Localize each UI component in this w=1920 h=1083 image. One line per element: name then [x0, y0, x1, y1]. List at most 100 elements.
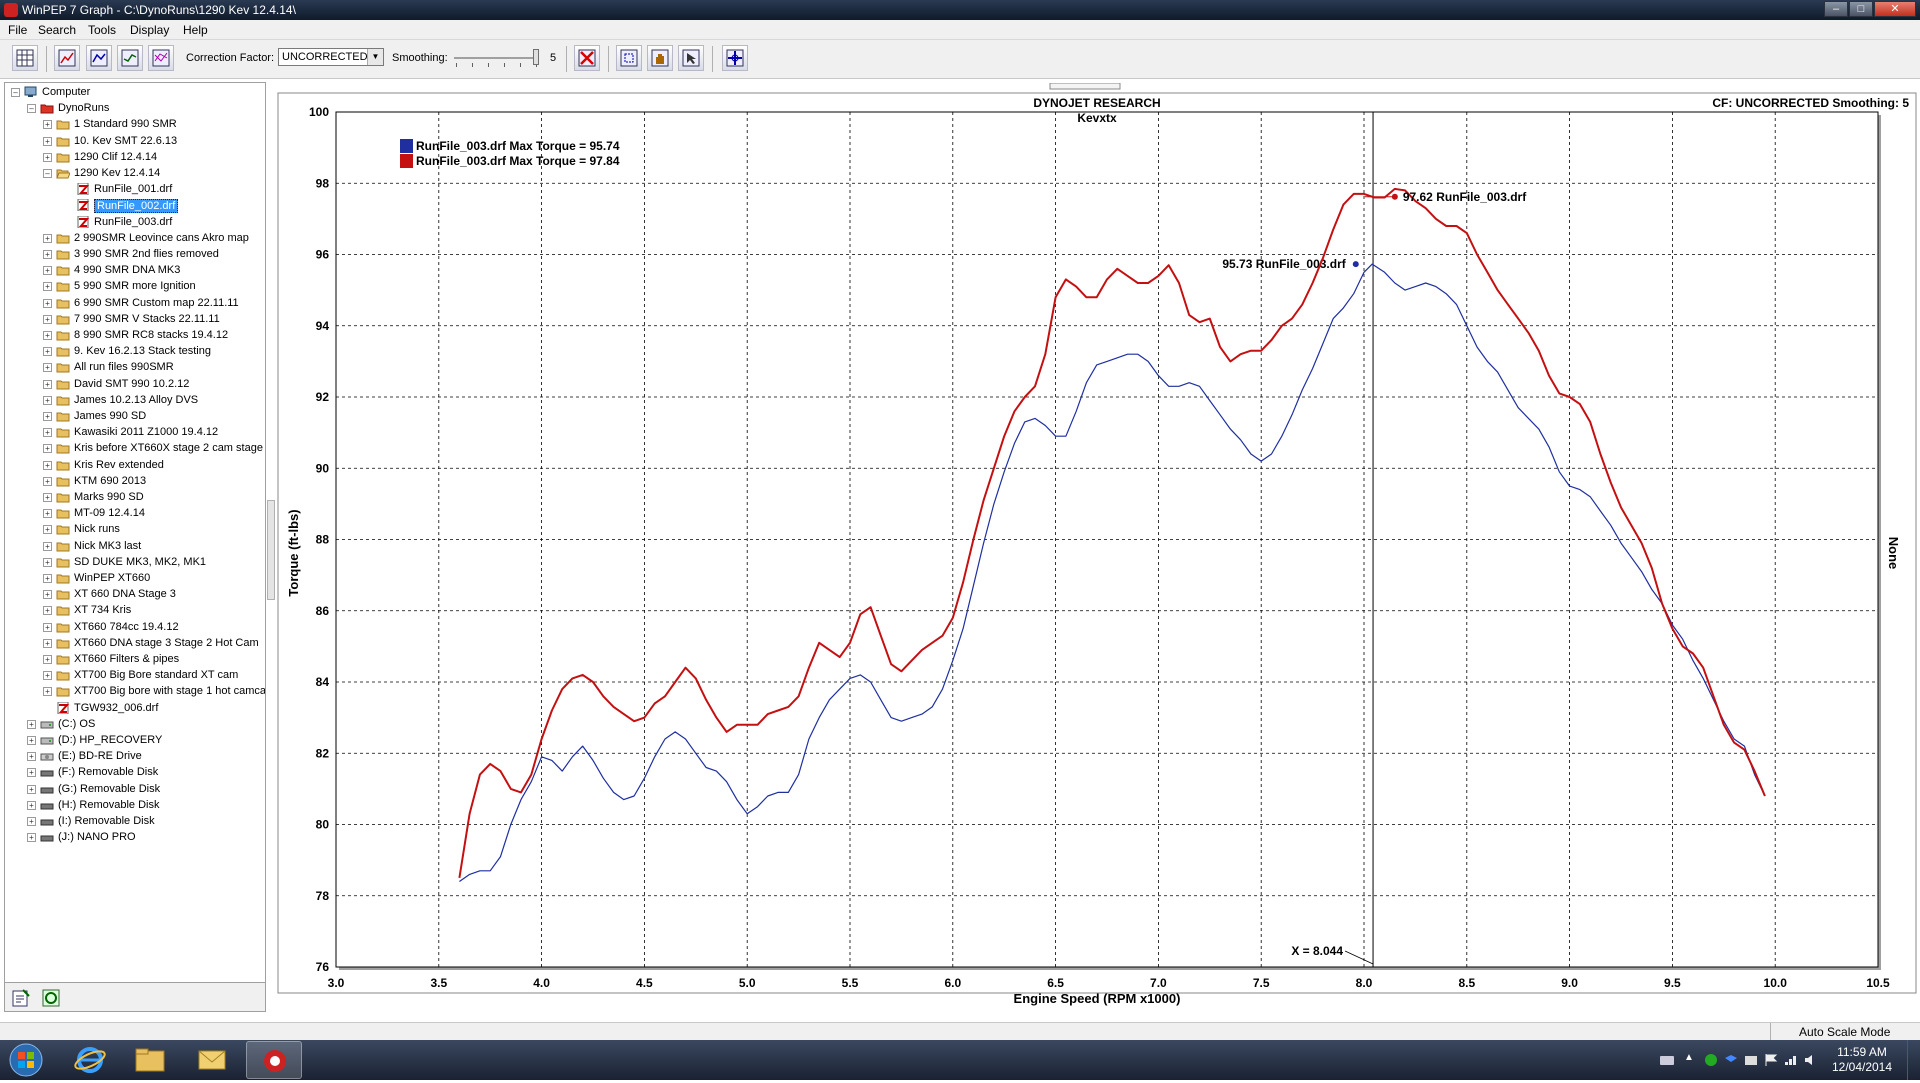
menu-search[interactable]: Search: [38, 23, 76, 37]
correction-factor-select[interactable]: UNCORRECTED ▼: [278, 48, 384, 66]
taskbar-internet-explorer[interactable]: [62, 1041, 118, 1079]
security-icon[interactable]: [1704, 1054, 1718, 1066]
graph-overlay-button[interactable]: [148, 45, 174, 71]
tree-expander-icon[interactable]: +: [43, 250, 52, 259]
tree-expander-icon[interactable]: –: [11, 88, 20, 97]
smoothing-label: Smoothing:: [392, 52, 448, 64]
tree-expander-icon[interactable]: +: [43, 460, 52, 470]
tree-item-label: Marks 990 SD: [74, 491, 144, 503]
zoom-button[interactable]: [616, 45, 642, 71]
tree-item-label: (C:) OS: [58, 717, 96, 730]
tree-item-label: (E:) BD-RE Drive: [58, 750, 142, 763]
show-desktop-button[interactable]: [1907, 1040, 1920, 1080]
keyboard-icon[interactable]: [1660, 1054, 1674, 1066]
menu-help[interactable]: Help: [183, 23, 208, 37]
menu-display[interactable]: Display: [130, 23, 169, 37]
tree-expander-icon[interactable]: +: [43, 120, 52, 130]
graph-afr-button[interactable]: [117, 45, 143, 71]
tree-expander-icon[interactable]: +: [43, 363, 52, 373]
pane-splitter[interactable]: [267, 500, 275, 600]
tree-item-label: (I:) Removable Disk: [58, 815, 155, 827]
tree-expander-icon[interactable]: +: [43, 525, 52, 535]
tree-expander-icon[interactable]: +: [27, 719, 36, 729]
action-center-flag-icon[interactable]: [1764, 1054, 1778, 1066]
tree-expander-icon[interactable]: +: [43, 347, 52, 357]
volume-icon[interactable]: [1804, 1054, 1818, 1066]
maximize-button[interactable]: □: [1849, 1, 1873, 17]
y-tick-label: 98: [316, 176, 330, 190]
tree-expander-icon[interactable]: +: [43, 671, 52, 681]
tree-expander-icon[interactable]: +: [43, 444, 52, 454]
tree-expander-icon[interactable]: +: [43, 493, 52, 502]
tree-expander-icon[interactable]: +: [43, 509, 52, 519]
close-button[interactable]: ✕: [1874, 1, 1916, 17]
tree-expander-icon[interactable]: +: [43, 314, 52, 324]
tree-expander-icon[interactable]: +: [43, 541, 52, 551]
folder-icon: [56, 282, 70, 292]
tree-expander-icon[interactable]: +: [43, 687, 52, 697]
taskbar-file-explorer[interactable]: [122, 1041, 178, 1079]
tree-expander-icon[interactable]: +: [43, 395, 52, 405]
taskbar-winpep[interactable]: [246, 1041, 302, 1079]
graph-torque-button[interactable]: [54, 45, 80, 71]
removable-disk-icon: [40, 835, 54, 842]
window-title: WinPEP 7 Graph - C:\DynoRuns\1290 Kev 12…: [22, 3, 296, 17]
tree-expander-icon[interactable]: +: [43, 282, 52, 292]
smoothing-slider[interactable]: [454, 48, 542, 68]
pan-button[interactable]: [647, 45, 673, 71]
tree-expander-icon[interactable]: +: [27, 752, 36, 762]
run-info-icon[interactable]: [41, 988, 61, 1008]
tree-item-label: (D:) HP_RECOVERY: [58, 734, 163, 746]
tree-expander-icon[interactable]: +: [43, 412, 52, 421]
tree-expander-icon[interactable]: +: [43, 655, 52, 664]
toolbar-separator: [566, 46, 567, 72]
clock-time: 11:59 AM: [1837, 1045, 1887, 1059]
x-tick-label: 5.5: [842, 976, 859, 990]
tree-expander-icon[interactable]: +: [43, 622, 52, 632]
tree-expander-icon[interactable]: +: [43, 331, 52, 340]
tree-expander-icon[interactable]: +: [43, 266, 52, 276]
tree-expander-icon[interactable]: +: [43, 379, 52, 389]
dropbox-icon[interactable]: [1724, 1054, 1738, 1066]
menu-tools[interactable]: Tools: [88, 23, 116, 37]
tree-expander-icon[interactable]: +: [27, 833, 36, 843]
tree-expander-icon[interactable]: +: [27, 784, 36, 794]
tree-expander-icon[interactable]: +: [43, 476, 52, 486]
tree-expander-icon[interactable]: +: [43, 574, 52, 583]
tree-expander-icon[interactable]: +: [43, 638, 52, 648]
tree-expander-icon[interactable]: +: [43, 428, 52, 438]
show-hidden-icons-icon[interactable]: ▲: [1684, 1052, 1694, 1063]
slider-tick: [488, 63, 489, 67]
tree-expander-icon[interactable]: +: [43, 233, 52, 243]
tree-expander-icon[interactable]: –: [43, 169, 52, 178]
tree-expander-icon[interactable]: +: [43, 590, 52, 600]
graph-power-button[interactable]: [86, 45, 112, 71]
tree-expander-icon[interactable]: +: [27, 817, 36, 826]
graph-resize-handle[interactable]: [1049, 82, 1121, 90]
edit-notes-icon[interactable]: [11, 988, 31, 1008]
menu-file[interactable]: File: [8, 23, 27, 37]
usb-device-icon[interactable]: [1744, 1054, 1758, 1066]
tree-expander-icon[interactable]: +: [43, 298, 52, 308]
cursor-button[interactable]: [678, 45, 704, 71]
tree-expander-icon[interactable]: +: [27, 736, 36, 745]
tree-expander-icon[interactable]: +: [43, 136, 52, 146]
taskbar-clock[interactable]: 11:59 AM 12/04/2014: [1822, 1045, 1902, 1075]
network-icon[interactable]: [1784, 1054, 1798, 1066]
tree-expander-icon[interactable]: +: [27, 800, 36, 810]
torque-chart[interactable]: 3.0 3.5 4.0 4.5 5.0 5.5 6.0 6.5 7.0 7.5 8.0 8.5 9.0 9…: [277, 82, 1920, 1013]
tree-expander-icon[interactable]: +: [27, 768, 36, 778]
taskbar-mail[interactable]: [184, 1041, 240, 1079]
open-folder-icon: [56, 169, 70, 179]
tree-expander-icon[interactable]: –: [27, 104, 36, 114]
data-table-button[interactable]: [12, 45, 38, 71]
tree-expander-icon[interactable]: +: [43, 606, 52, 616]
slider-thumb[interactable]: [533, 49, 539, 65]
tree-expander-icon[interactable]: +: [43, 557, 52, 567]
start-button[interactable]: [4, 1041, 48, 1079]
crosshair-button[interactable]: [722, 45, 748, 71]
tree-item-label: Nick runs: [74, 523, 120, 536]
minimize-button[interactable]: –: [1824, 1, 1848, 17]
tree-expander-icon[interactable]: +: [43, 152, 52, 162]
clear-graph-button[interactable]: [574, 45, 600, 71]
